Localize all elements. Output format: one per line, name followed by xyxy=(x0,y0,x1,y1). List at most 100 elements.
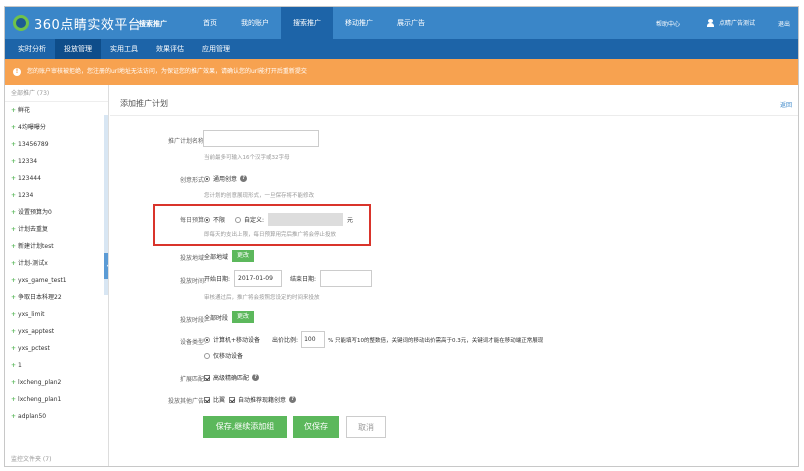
match-checkbox[interactable] xyxy=(204,374,210,381)
sidebar-item[interactable]: + 计划去重复 xyxy=(5,221,108,238)
period-value: 全部时段 xyxy=(204,314,229,322)
sidebar-item[interactable]: + yxs_apptest xyxy=(5,323,108,340)
save-button[interactable]: 仅保存 xyxy=(293,416,339,438)
sidebar-item[interactable]: +12334 xyxy=(5,153,108,170)
device-mobile-radio[interactable] xyxy=(204,352,210,359)
plus-icon: + xyxy=(11,328,17,335)
match-label: 扩展匹配: xyxy=(179,376,206,383)
other-recommend-checkbox[interactable] xyxy=(229,396,236,403)
time-label: 投放时间: xyxy=(179,278,206,285)
plus-icon: + xyxy=(11,141,17,148)
plus-icon: + xyxy=(11,107,17,114)
end-date-label: 结束日期: xyxy=(290,276,317,283)
sidebar-item-label: 计划去重复 xyxy=(18,226,49,233)
start-date-label: 开始日期: xyxy=(204,276,231,283)
sidebar-item[interactable]: +4均曝曝分 xyxy=(5,119,108,136)
plus-icon: + xyxy=(11,311,17,318)
user-menu[interactable]: 点睛广告测试 xyxy=(707,18,755,27)
plan-name-hint: 当前最多可输入16个汉字或32字母 xyxy=(204,155,290,161)
user-icon xyxy=(707,18,714,27)
bid-ratio-input[interactable]: 100 xyxy=(301,331,326,348)
subnav-realtime[interactable]: 实时分析 xyxy=(9,39,55,59)
product-name: 搜索推广 xyxy=(139,20,167,28)
change-region-button[interactable]: 更改 xyxy=(232,250,255,262)
help-icon[interactable]: ? xyxy=(240,175,248,182)
sidebar-item[interactable]: +1 xyxy=(5,357,108,374)
sidebar-item[interactable]: +123444 xyxy=(5,170,108,187)
sidebar-item-label: lxcheng_plan2 xyxy=(18,379,62,386)
plus-icon: + xyxy=(11,396,17,403)
nav-search-promotion[interactable]: 搜索推广 xyxy=(281,7,333,39)
bid-ratio-label: 出价比例: xyxy=(272,337,299,344)
sidebar-item-label: 13456789 xyxy=(18,141,49,148)
other-bid-label: 比翼 xyxy=(213,397,226,404)
plus-icon: + xyxy=(11,124,17,131)
period-row: 全部时段 更改 xyxy=(204,311,255,323)
sidebar-item[interactable]: + 鲜花 xyxy=(5,102,108,119)
nav-mobile-promotion[interactable]: 移动推广 xyxy=(333,7,385,39)
plus-icon: + xyxy=(11,226,17,233)
help-icon[interactable]: ? xyxy=(252,374,260,381)
sub-nav: 实时分析 投放管理 实用工具 效果评估 应用管理 xyxy=(5,39,798,59)
creative-radio[interactable]: 通用创意 ? xyxy=(204,174,248,183)
back-link[interactable]: 返回 xyxy=(780,100,792,109)
save-and-add-button[interactable]: 保存,继续添加组 xyxy=(203,416,287,438)
warning-banner: ! 您的账户审核被拒绝，您注册的url地址无法访问，为保证您的推广效果，请确认您… xyxy=(5,59,798,85)
other-bid-checkbox[interactable] xyxy=(204,396,210,403)
sidebar-item[interactable]: + yxs_pctest xyxy=(5,340,108,357)
device-mobile-label: 仅移动设备 xyxy=(213,353,244,360)
logo-text: 360点睛实效平台 xyxy=(34,17,142,33)
other-recommend-label: 自动推荐现籍创意 xyxy=(238,397,287,404)
sidebar-item[interactable]: + lxcheng_plan1 xyxy=(5,391,108,408)
time-row: 开始日期: 2017-01-09 结束日期: xyxy=(204,270,373,287)
sidebar-item[interactable]: + yxs_game_test1 xyxy=(5,272,108,289)
change-period-button[interactable]: 更改 xyxy=(232,311,255,323)
help-icon[interactable]: ? xyxy=(289,396,297,403)
nav-display-ads[interactable]: 展示广告 xyxy=(385,7,437,39)
nav-home[interactable]: 首页 xyxy=(191,7,229,39)
collapse-sidebar-icon[interactable]: ‹ xyxy=(104,253,108,279)
time-hint: 审核通过后，推广将会按照您设定的时间来投放 xyxy=(204,295,320,301)
sidebar-item[interactable]: + adplan50 xyxy=(5,408,108,425)
sidebar-footer[interactable]: 监控文件夹 (7) xyxy=(5,451,108,466)
device-label: 设备类型: xyxy=(179,339,206,346)
app-frame: 360点睛实效平台 搜索推广 首页 我的账户 搜索推广 移动推广 展示广告 帮助… xyxy=(4,6,799,467)
region-value-row: 全部地域 更改 xyxy=(204,250,255,262)
cancel-button[interactable]: 取消 xyxy=(346,416,386,438)
plan-name-input[interactable] xyxy=(203,130,319,147)
sidebar-item-label: 1234 xyxy=(18,192,34,199)
sidebar-item-label: 12334 xyxy=(18,158,38,165)
sidebar-item[interactable]: + 设置预算为0 xyxy=(5,204,108,221)
help-center-link[interactable]: 帮助中心 xyxy=(656,19,680,28)
sidebar-header[interactable]: 全部推广 (73) xyxy=(5,85,108,102)
sidebar-item[interactable]: +13456789 xyxy=(5,136,108,153)
subnav-management[interactable]: 投放管理 xyxy=(55,39,101,59)
plus-icon: + xyxy=(11,345,17,352)
plus-icon: + xyxy=(11,413,17,420)
start-date-input[interactable]: 2017-01-09 xyxy=(234,270,283,287)
sidebar-item-label: yxs_apptest xyxy=(18,328,55,335)
main-content: 添加推广计划 返回 推广计划名称: 当前最多可输入16个汉字或32字母 创意形式… xyxy=(110,85,798,466)
sidebar-item[interactable]: + 计划-测试x xyxy=(5,255,108,272)
sidebar-item-label: 新建计划test xyxy=(18,243,54,250)
plus-icon: + xyxy=(11,379,17,386)
logout-link[interactable]: 退出 xyxy=(778,19,790,28)
match-row[interactable]: 高级精确匹配 ? xyxy=(204,373,260,382)
end-date-input[interactable] xyxy=(320,270,373,287)
period-label: 投放时段: xyxy=(179,317,206,324)
logo[interactable]: 360点睛实效平台 xyxy=(13,14,142,33)
subnav-tools[interactable]: 实用工具 xyxy=(101,39,147,59)
sidebar-item[interactable]: + 争取日本科理22 xyxy=(5,289,108,306)
subnav-apps[interactable]: 应用管理 xyxy=(193,39,239,59)
sidebar-item[interactable]: + 新建计划test xyxy=(5,238,108,255)
subnav-evaluation[interactable]: 效果评估 xyxy=(147,39,193,59)
warning-icon: ! xyxy=(13,68,21,76)
sidebar-item[interactable]: + lxcheng_plan2 xyxy=(5,374,108,391)
sidebar-item[interactable]: +1234 xyxy=(5,187,108,204)
device-pc-radio[interactable] xyxy=(204,336,210,343)
device-mobile-row[interactable]: 仅移动设备 xyxy=(204,351,243,360)
sidebar-item-label: 4均曝曝分 xyxy=(18,124,46,131)
nav-account[interactable]: 我的账户 xyxy=(229,7,281,39)
sidebar-item[interactable]: + yxs_limit xyxy=(5,306,108,323)
plus-icon: + xyxy=(11,158,17,165)
